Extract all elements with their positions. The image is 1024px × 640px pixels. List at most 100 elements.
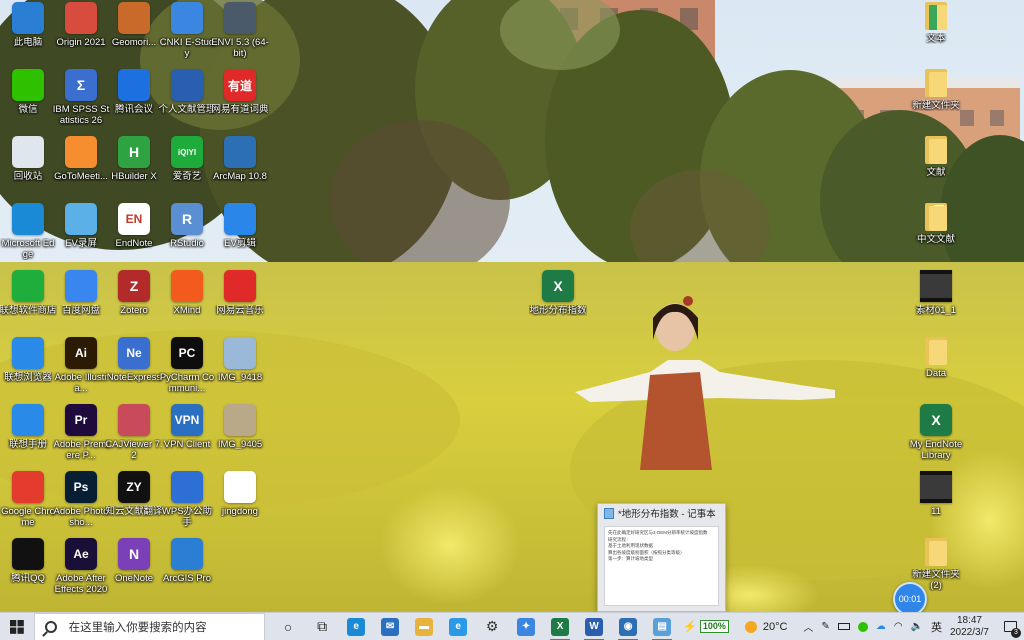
desktop-icon-text-file[interactable]: jingdong xyxy=(212,471,268,538)
desktop-icon-label: 个人文献管理 xyxy=(158,104,216,115)
arcmap-taskbar-button[interactable]: ◉ xyxy=(611,613,645,640)
manual-icon xyxy=(12,404,44,436)
settings-taskbar-button[interactable]: ⚙ xyxy=(475,613,509,640)
sync-tray-button[interactable]: ☁ xyxy=(872,613,890,640)
desktop-icon-spss[interactable]: Σ IBM SPSS Statistics 26 xyxy=(53,69,109,136)
desktop-icon-cajviewer[interactable]: CAJViewer 7.2 xyxy=(105,404,163,471)
desktop-icon-label: IMG_9405 xyxy=(217,439,263,450)
desktop-icon-tencent-meeting[interactable]: 腾讯会议 xyxy=(106,69,162,136)
desktop-icon-youdao[interactable]: 有道 网易有道词典 xyxy=(211,69,269,136)
desktop-icon-qq[interactable]: 腾讯QQ xyxy=(0,538,56,605)
desktop-icon-ev-recorder[interactable]: EV录屏 xyxy=(53,203,109,270)
folder-icon xyxy=(925,337,947,365)
desktop-icon-pycharm[interactable]: PC PyCharm Communi... xyxy=(159,337,215,404)
notification-center-button[interactable]: 3 xyxy=(996,613,1024,640)
recording-timer-bubble[interactable]: 00:01 xyxy=(893,582,927,616)
desktop-icon-netease-music[interactable]: 网易云音乐 xyxy=(212,270,268,337)
ime-indicator: 英 xyxy=(931,621,942,634)
desktop-icon-edge[interactable]: Microsoft Edge xyxy=(0,203,56,270)
mail-taskbar-button[interactable]: ✉ xyxy=(373,613,407,640)
wechat-tray-button[interactable] xyxy=(854,613,872,640)
desktop-icon-excel-file[interactable]: X 地形分布指数 xyxy=(529,270,587,337)
explorer-taskbar-button[interactable]: ▬ xyxy=(407,613,441,640)
cnki-taskbar-button[interactable]: ✦ xyxy=(509,613,543,640)
desktop-icon-folder[interactable]: 文本 xyxy=(908,2,964,69)
desktop-icon-recycle-bin[interactable]: 回收站 xyxy=(0,136,56,203)
desktop-icon-folder[interactable]: 文献 xyxy=(908,136,964,203)
notepad-icon xyxy=(604,507,614,519)
desktop-icon-label: 腾讯会议 xyxy=(114,104,153,115)
desktop-icon-wps[interactable]: WPS办公助手 xyxy=(159,471,215,538)
desktop-icon-label: VPN Client xyxy=(163,439,211,450)
desktop-icon-gotomeeting[interactable]: GoToMeeti... xyxy=(53,136,109,203)
desktop-icon-chrome[interactable]: Google Chrome xyxy=(0,471,56,538)
desktop-icon-ev-editor[interactable]: EV剪辑 xyxy=(212,203,268,270)
desktop-icon-image-file[interactable]: IMG_9418 xyxy=(212,337,268,404)
desktop-icon-literature[interactable]: 个人文献管理 xyxy=(158,69,216,136)
desktop-icon-label: 联想浏览器 xyxy=(4,372,52,383)
zotero-icon: Z xyxy=(118,270,150,302)
plug-icon: ⚡ xyxy=(683,621,697,633)
desktop-icon-cnki[interactable]: CNKI E-Study xyxy=(159,2,215,69)
desktop-icon-envi[interactable]: ENVI 5.3 (64-bit) xyxy=(211,2,269,69)
excel-file-icon: X xyxy=(542,270,574,302)
desktop-icon-illustrator[interactable]: Ai Adobe Illustra... xyxy=(53,337,109,404)
battery-tray-button[interactable] xyxy=(834,613,854,640)
desktop-icon-arcmap[interactable]: ArcMap 10.8 xyxy=(212,136,268,203)
notepad-taskbar-button[interactable]: ▤ xyxy=(645,613,679,640)
desktop-icon-geo[interactable]: Geomori... xyxy=(106,2,162,69)
excel-taskbar-button[interactable]: X xyxy=(543,613,577,640)
desktop-icon-folder[interactable]: Data xyxy=(908,337,964,404)
desktop-icon-video-file[interactable]: 11 xyxy=(908,471,964,538)
pen-button[interactable]: ✎ xyxy=(817,613,833,640)
desktop-icon-xmind[interactable]: XMind xyxy=(159,270,215,337)
notepad-taskbar-preview[interactable]: *地形分布指数 - 记事本 先在此确定好研究区与3·DEM分辨率统计坡度指数 研… xyxy=(597,503,726,612)
weather-widget[interactable]: 20°C xyxy=(741,613,792,640)
onenote-icon: N xyxy=(118,538,150,570)
cortana-icon: ○ xyxy=(283,618,293,635)
desktop-icon-image-file[interactable]: IMG_9405 xyxy=(212,404,268,471)
preview-title: *地形分布指数 - 记事本 xyxy=(598,504,725,522)
task-view-button[interactable]: ⧉ xyxy=(305,613,339,640)
desktop-icon-folder[interactable]: 新建文件夹 xyxy=(908,69,964,136)
power-status[interactable]: ⚡ 100% xyxy=(679,613,733,640)
mail-icon: ✉ xyxy=(381,617,400,636)
desktop-icon-browser[interactable]: 联想浏览器 xyxy=(0,337,56,404)
desktop-icon-hbuilder[interactable]: H HBuilder X xyxy=(106,136,162,203)
desktop-icon-store[interactable]: 联想软件商店 xyxy=(0,270,57,337)
folder-icon xyxy=(925,69,947,97)
cortana-button[interactable]: ○ xyxy=(271,613,305,640)
desktop-icon-rstudio[interactable]: R RStudio xyxy=(159,203,215,270)
desktop-icon-excel-file[interactable]: X My EndNote Library xyxy=(908,404,964,471)
taskbar-search-box[interactable]: 在这里输入你要搜索的内容 xyxy=(33,612,266,640)
clock[interactable]: 18:47 2022/3/7 xyxy=(946,613,996,640)
desktop-icon-aftereffects[interactable]: Ae Adobe After Effects 2020 xyxy=(53,538,109,605)
tray-overflow-button[interactable]: ︿ xyxy=(799,613,817,640)
desktop-icon-premiere[interactable]: Pr Adobe Premiere P... xyxy=(53,404,109,471)
volume-button[interactable]: 🔈 xyxy=(907,613,927,640)
desktop-icon-onenote[interactable]: N OneNote xyxy=(106,538,162,605)
desktop-icon-iqiyi[interactable]: iQIYI 爱奇艺 xyxy=(159,136,215,203)
desktop-icon-manual[interactable]: 联想手册 xyxy=(0,404,56,471)
network-button[interactable]: ◠ xyxy=(890,613,907,640)
desktop-icon-folder[interactable]: 中文文献 xyxy=(908,203,964,270)
word-taskbar-button[interactable]: W xyxy=(577,613,611,640)
desktop-icon-computer[interactable]: 此电脑 xyxy=(0,2,56,69)
edge-taskbar-button[interactable]: e xyxy=(339,613,373,640)
desktop-icon-origin[interactable]: Origin 2021 xyxy=(53,2,109,69)
desktop-icon-video-file[interactable]: 素材01_1 xyxy=(908,270,964,337)
desktop-icon-baidu-netdisk[interactable]: 百度网盘 xyxy=(53,270,109,337)
desktop-icon-zotero[interactable]: Z Zotero xyxy=(106,270,162,337)
desktop-icon-label: Geomori... xyxy=(111,37,157,48)
desktop-icon-arcgis[interactable]: ArcGIS Pro xyxy=(159,538,215,605)
taskbar: 在这里输入你要搜索的内容 ○ ⧉ e ✉ ▬ e ⚙ ✦ X W ◉ ▤ ⚡ 100% 20°C ︿ … xyxy=(0,612,1024,640)
desktop-icon-vpn[interactable]: VPN VPN Client xyxy=(159,404,215,471)
browser-taskbar-button[interactable]: e xyxy=(441,613,475,640)
start-button[interactable] xyxy=(0,613,34,640)
input-method-button[interactable]: 英 xyxy=(927,613,946,640)
desktop-icon-photoshop[interactable]: Ps Adobe Photosho... xyxy=(53,471,109,538)
desktop-icon-zhiyun[interactable]: ZY 知云文献翻译 xyxy=(105,471,163,538)
desktop-icon-wechat[interactable]: 微信 xyxy=(0,69,56,136)
desktop-icon-noteexpress[interactable]: Ne NoteExpress xyxy=(106,337,162,404)
desktop-icon-endnote[interactable]: EN EndNote xyxy=(106,203,162,270)
